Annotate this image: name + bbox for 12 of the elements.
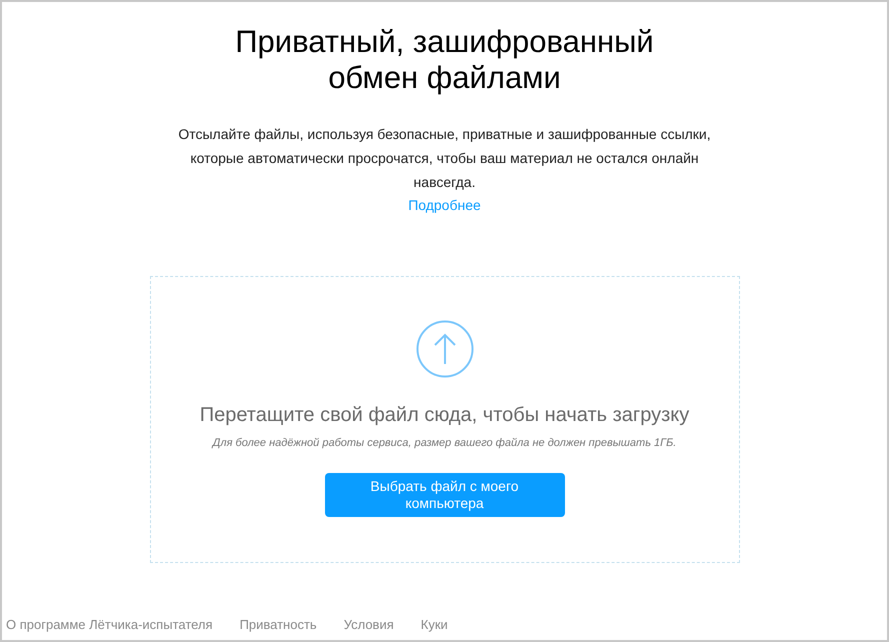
upload-icon bbox=[416, 320, 474, 378]
footer-link[interactable]: О программе Лётчика-испытателя bbox=[6, 614, 213, 634]
drop-zone[interactable]: Перетащите свой файл сюда, чтобы начать загрузку Для более надёжной работы сервиса, размер вашего файла не должен превышать 1ГБ. Выбрать файл с моего компьютера bbox=[150, 276, 740, 563]
learn-more-link[interactable]: Подробнее bbox=[408, 194, 481, 216]
size-note: Для более надёжной работы сервиса, размер вашего файла не должен превышать 1ГБ. bbox=[212, 436, 676, 451]
choose-file-button[interactable]: Выбрать файл с моего компьютера bbox=[324, 472, 564, 516]
footer-link[interactable]: Приватность bbox=[240, 614, 317, 634]
page-title: Приватный, зашифрованный обмен файлами bbox=[234, 24, 655, 96]
drop-heading: Перетащите свой файл сюда, чтобы начать загрузку bbox=[200, 403, 690, 427]
footer-link[interactable]: Куки bbox=[420, 614, 448, 634]
description: Отсылайте файлы, используя безопасные, приватные и зашифрованные ссылки, которые автоматически просрочатся, чтобы ваш материал не остался онлайн навсегда. bbox=[177, 125, 712, 192]
footer-link[interactable]: Условия bbox=[344, 614, 394, 634]
